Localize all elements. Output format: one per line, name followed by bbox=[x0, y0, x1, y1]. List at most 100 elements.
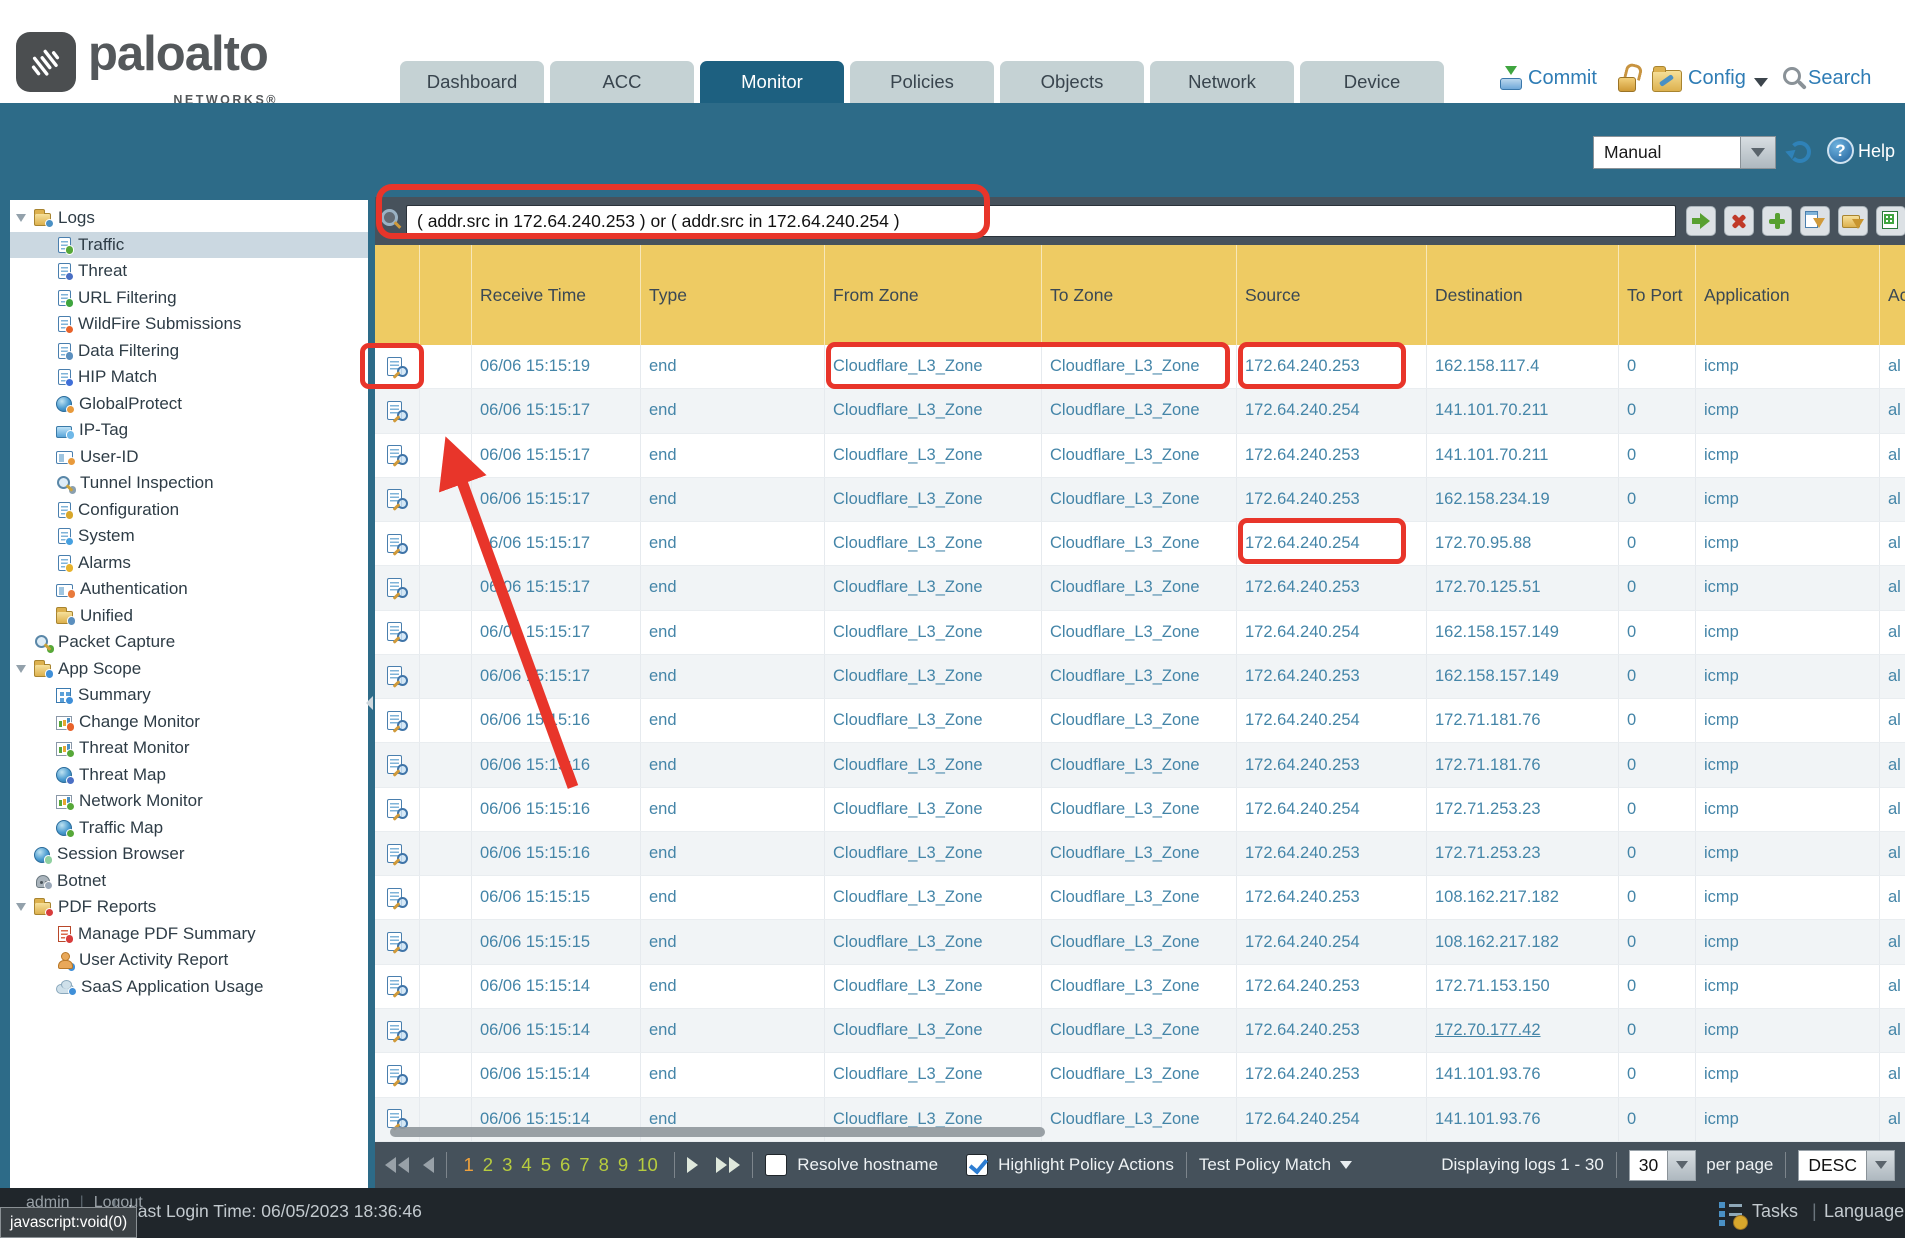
cell-destination[interactable]: 141.101.93.76 bbox=[1427, 1053, 1619, 1096]
cell-source[interactable]: 172.64.240.253 bbox=[1237, 566, 1427, 609]
log-detail-icon[interactable] bbox=[387, 622, 408, 642]
cell-source[interactable]: 172.64.240.253 bbox=[1237, 832, 1427, 875]
search-button[interactable]: Search bbox=[1808, 67, 1871, 90]
sidebar-item-data-filtering[interactable]: Data Filtering bbox=[10, 338, 368, 365]
sidebar-item-wildfire-submissions[interactable]: WildFire Submissions bbox=[10, 311, 368, 338]
cell-source[interactable]: 172.64.240.253 bbox=[1237, 1009, 1427, 1052]
load-filter-icon[interactable] bbox=[1838, 206, 1868, 236]
cell-type[interactable]: end bbox=[641, 1053, 825, 1096]
cell-from-zone[interactable]: Cloudflare_L3_Zone bbox=[825, 876, 1042, 919]
sidebar-collapse-handle[interactable] bbox=[366, 680, 375, 726]
page-number-3[interactable]: 3 bbox=[502, 1154, 512, 1176]
log-detail-cell[interactable] bbox=[375, 522, 420, 565]
cell-to-zone[interactable]: Cloudflare_L3_Zone bbox=[1042, 522, 1237, 565]
column-header-to-zone[interactable]: To Zone bbox=[1042, 245, 1237, 345]
sidebar-item-unified[interactable]: Unified bbox=[10, 603, 368, 630]
table-row[interactable]: 06/06 15:15:19endCloudflare_L3_ZoneCloud… bbox=[375, 345, 1905, 389]
cell-to-zone[interactable]: Cloudflare_L3_Zone bbox=[1042, 389, 1237, 432]
cell-to-port[interactable]: 0 bbox=[1619, 1098, 1696, 1141]
cell-destination[interactable]: 172.71.253.23 bbox=[1427, 832, 1619, 875]
cell-action[interactable]: al bbox=[1880, 478, 1905, 521]
cell-receive-time[interactable]: 06/06 15:15:17 bbox=[472, 522, 641, 565]
cell-action[interactable]: al bbox=[1880, 345, 1905, 388]
log-detail-icon[interactable] bbox=[387, 888, 408, 908]
cell-destination[interactable]: 172.70.177.42 bbox=[1427, 1009, 1619, 1052]
cell-type[interactable]: end bbox=[641, 389, 825, 432]
sidebar-item-saas-application-usage[interactable]: SaaS Application Usage bbox=[10, 974, 368, 1001]
cell-destination[interactable]: 172.71.253.23 bbox=[1427, 788, 1619, 831]
table-row[interactable]: 06/06 15:15:17endCloudflare_L3_ZoneCloud… bbox=[375, 655, 1905, 699]
cell-to-port[interactable]: 0 bbox=[1619, 611, 1696, 654]
cell-type[interactable]: end bbox=[641, 788, 825, 831]
cell-to-zone[interactable]: Cloudflare_L3_Zone bbox=[1042, 1053, 1237, 1096]
sidebar-item-authentication[interactable]: Authentication bbox=[10, 576, 368, 603]
log-detail-icon[interactable] bbox=[387, 534, 408, 554]
column-header-receive-time[interactable]: Receive Time bbox=[472, 245, 641, 345]
cell-destination[interactable]: 172.71.181.76 bbox=[1427, 743, 1619, 786]
cell-action[interactable]: al bbox=[1880, 743, 1905, 786]
cell-receive-time[interactable]: 06/06 15:15:16 bbox=[472, 788, 641, 831]
cell-source[interactable]: 172.64.240.253 bbox=[1237, 655, 1427, 698]
cell-destination[interactable]: 162.158.157.149 bbox=[1427, 655, 1619, 698]
tab-network[interactable]: Network bbox=[1150, 61, 1294, 103]
cell-application[interactable]: icmp bbox=[1696, 965, 1880, 1008]
cell-source[interactable]: 172.64.240.254 bbox=[1237, 1098, 1427, 1141]
sidebar-item-tunnel-inspection[interactable]: Tunnel Inspection bbox=[10, 470, 368, 497]
cell-to-zone[interactable]: Cloudflare_L3_Zone bbox=[1042, 478, 1237, 521]
cell-action[interactable]: al bbox=[1880, 876, 1905, 919]
cell-application[interactable]: icmp bbox=[1696, 743, 1880, 786]
cell-to-port[interactable]: 0 bbox=[1619, 965, 1696, 1008]
cell-type[interactable]: end bbox=[641, 699, 825, 742]
tab-acc[interactable]: ACC bbox=[550, 61, 694, 103]
cell-action[interactable]: al bbox=[1880, 1053, 1905, 1096]
page-number-9[interactable]: 9 bbox=[618, 1154, 628, 1176]
cell-from-zone[interactable]: Cloudflare_L3_Zone bbox=[825, 1009, 1042, 1052]
cell-to-zone[interactable]: Cloudflare_L3_Zone bbox=[1042, 1009, 1237, 1052]
refresh-icon[interactable] bbox=[1787, 139, 1813, 165]
prev-page-icon[interactable] bbox=[423, 1157, 434, 1173]
clear-filter-icon[interactable] bbox=[1724, 206, 1754, 236]
table-row[interactable]: 06/06 15:15:17endCloudflare_L3_ZoneCloud… bbox=[375, 389, 1905, 433]
lock-icon[interactable] bbox=[1618, 64, 1640, 92]
sidebar-item-app-scope[interactable]: App Scope bbox=[10, 656, 368, 683]
page-number-7[interactable]: 7 bbox=[579, 1154, 589, 1176]
cell-source[interactable]: 172.64.240.253 bbox=[1237, 743, 1427, 786]
cell-source[interactable]: 172.64.240.253 bbox=[1237, 434, 1427, 477]
cell-application[interactable]: icmp bbox=[1696, 1053, 1880, 1096]
log-detail-icon[interactable] bbox=[387, 489, 408, 509]
sidebar-item-summary[interactable]: Summary bbox=[10, 682, 368, 709]
apply-filter-icon[interactable] bbox=[1686, 206, 1716, 236]
tab-device[interactable]: Device bbox=[1300, 61, 1444, 103]
cell-action[interactable]: al bbox=[1880, 788, 1905, 831]
cell-from-zone[interactable]: Cloudflare_L3_Zone bbox=[825, 611, 1042, 654]
cell-to-zone[interactable]: Cloudflare_L3_Zone bbox=[1042, 832, 1237, 875]
log-detail-cell[interactable] bbox=[375, 566, 420, 609]
log-detail-cell[interactable] bbox=[375, 611, 420, 654]
cell-from-zone[interactable]: Cloudflare_L3_Zone bbox=[825, 1053, 1042, 1096]
refresh-mode-caret-icon[interactable] bbox=[1740, 137, 1775, 168]
cell-destination[interactable]: 172.70.95.88 bbox=[1427, 522, 1619, 565]
cell-type[interactable]: end bbox=[641, 876, 825, 919]
refresh-mode-select[interactable]: Manual bbox=[1593, 136, 1776, 169]
cell-to-zone[interactable]: Cloudflare_L3_Zone bbox=[1042, 566, 1237, 609]
log-detail-cell[interactable] bbox=[375, 389, 420, 432]
tree-expander-icon[interactable] bbox=[16, 903, 34, 911]
sidebar-item-url-filtering[interactable]: URL Filtering bbox=[10, 285, 368, 312]
cell-source[interactable]: 172.64.240.253 bbox=[1237, 965, 1427, 1008]
cell-to-zone[interactable]: Cloudflare_L3_Zone bbox=[1042, 965, 1237, 1008]
tab-monitor[interactable]: Monitor bbox=[700, 61, 844, 103]
cell-application[interactable]: icmp bbox=[1696, 434, 1880, 477]
help-icon[interactable]: ? bbox=[1827, 137, 1854, 164]
per-page-select[interactable]: 30 bbox=[1629, 1150, 1696, 1181]
log-detail-icon[interactable] bbox=[387, 799, 408, 819]
cell-to-zone[interactable]: Cloudflare_L3_Zone bbox=[1042, 434, 1237, 477]
cell-destination[interactable]: 141.101.93.76 bbox=[1427, 1098, 1619, 1141]
cell-from-zone[interactable]: Cloudflare_L3_Zone bbox=[825, 389, 1042, 432]
cell-to-port[interactable]: 0 bbox=[1619, 478, 1696, 521]
table-row[interactable]: 06/06 15:15:15endCloudflare_L3_ZoneCloud… bbox=[375, 920, 1905, 964]
tab-dashboard[interactable]: Dashboard bbox=[400, 61, 544, 103]
cell-type[interactable]: end bbox=[641, 743, 825, 786]
table-row[interactable]: 06/06 15:15:15endCloudflare_L3_ZoneCloud… bbox=[375, 876, 1905, 920]
table-row[interactable]: 06/06 15:15:17endCloudflare_L3_ZoneCloud… bbox=[375, 478, 1905, 522]
cell-receive-time[interactable]: 06/06 15:15:17 bbox=[472, 655, 641, 698]
